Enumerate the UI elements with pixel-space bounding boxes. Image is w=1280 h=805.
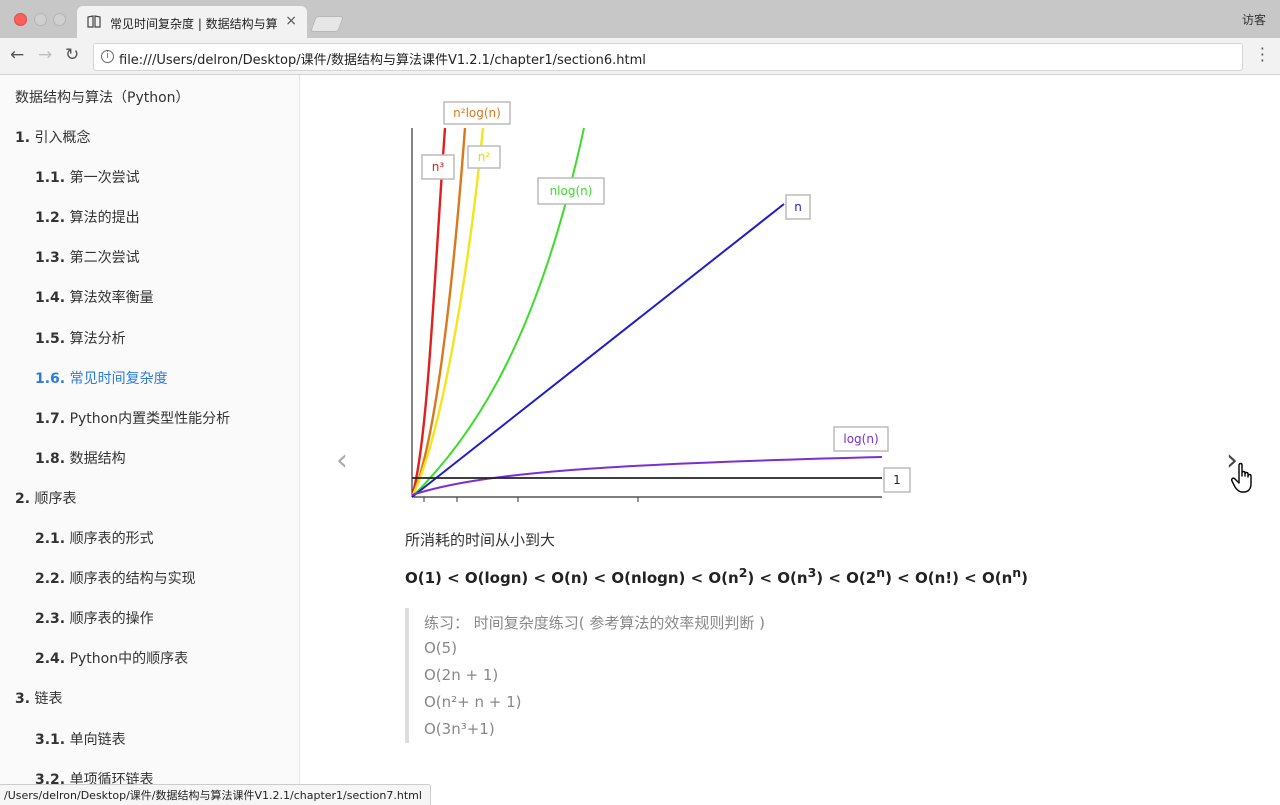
n-squared-log-n-curve: [410, 127, 467, 498]
sidebar-item-number: 1.4.: [35, 290, 66, 307]
sidebar-item-label: Python中的顺序表: [69, 651, 189, 668]
guest-profile-label[interactable]: 访客: [1242, 11, 1266, 28]
sidebar-item-second-try[interactable]: 1.3. 第二次尝试: [35, 247, 140, 267]
sidebar-item-number: 1.8.: [35, 450, 66, 467]
sidebar-item-label: 第二次尝试: [69, 250, 140, 267]
sidebar-item-number: 2.4.: [35, 651, 66, 668]
sidebar-item-seq-list-ops[interactable]: 2.3. 顺序表的操作: [35, 608, 154, 628]
curve-label: n²log(n): [453, 106, 501, 120]
sidebar-item-label: Python内置类型性能分析: [69, 410, 231, 427]
sidebar-item-number: 1.6.: [35, 370, 66, 387]
sidebar-item-number: 1.2.: [35, 210, 66, 227]
book-icon: [87, 15, 101, 28]
curve-label: n²: [478, 150, 491, 164]
sidebar-item-label: 顺序表的操作: [69, 611, 154, 628]
sidebar-item-seq-list-impl[interactable]: 2.2. 顺序表的结构与实现: [35, 568, 196, 588]
sidebar-item-label: 引入概念: [34, 130, 91, 146]
main-content: ‹ › n³ n²log(n) n² nlog(n) n log(n) 1 所消耗的时间从小…: [300, 75, 1280, 802]
sidebar-item-number: 2.: [15, 490, 31, 507]
sidebar-item-label: 算法的提出: [69, 210, 140, 227]
minimize-window-button[interactable]: [34, 13, 47, 26]
exercise-item: O(3n³+1): [424, 720, 495, 738]
sidebar-toc: 数据结构与算法（Python） 1. 引入概念 1.1. 第一次尝试 1.2. 算法…: [0, 75, 300, 802]
exercise-title: 练习： 时间复杂度练习( 参考算法的效率规则判断 ): [424, 614, 766, 632]
complexity-chart: n³n²log(n)n²nlog(n)nlog(n)1: [410, 101, 911, 502]
sidebar-item-linked-list[interactable]: 3. 链表: [15, 688, 63, 708]
curve-label: 1: [893, 473, 901, 487]
exercise-item: O(2n + 1): [424, 666, 499, 684]
hand-cursor-icon: [1231, 462, 1252, 493]
url-text[interactable]: file:///Users/delron/Desktop/课件/数据结构与算法课…: [119, 49, 646, 68]
sidebar-item-number: 3.: [15, 691, 31, 708]
sidebar-item-number: 3.1.: [35, 731, 66, 748]
close-window-button[interactable]: [14, 13, 27, 26]
sidebar-item-number: 2.1.: [35, 531, 66, 547]
sidebar-item-common-complexity[interactable]: 1.6. 常见时间复杂度: [35, 368, 168, 388]
sidebar-item-label: 单向链表: [69, 731, 126, 748]
sidebar-item-number: 1.: [15, 130, 31, 146]
sidebar-item-label: 常见时间复杂度: [69, 370, 168, 387]
sidebar-item-label: 第一次尝试: [69, 170, 140, 187]
sidebar-item-data-structures[interactable]: 1.8. 数据结构: [35, 448, 126, 468]
sidebar-item-seq-list-form[interactable]: 2.1. 顺序表的形式: [35, 528, 154, 548]
sidebar-item-python-builtin-perf[interactable]: 1.7. Python内置类型性能分析: [35, 408, 230, 428]
tab-strip: 常见时间复杂度 | 数据结构与算 × 访客: [0, 0, 1280, 38]
exercise-item: O(n²+ n + 1): [424, 693, 522, 711]
new-tab-button[interactable]: [310, 16, 344, 32]
sidebar-item-number: 2.3.: [35, 611, 66, 628]
sidebar-item-algorithm-proposal[interactable]: 1.2. 算法的提出: [35, 207, 140, 227]
prev-page-arrow[interactable]: ‹: [336, 443, 348, 478]
exercise-blockquote: 练习： 时间复杂度练习( 参考算法的效率规则判断 ) O(5) O(2n + 1…: [405, 608, 829, 743]
caption-text: 所消耗的时间从小到大: [405, 531, 556, 549]
sidebar-item-label: 算法分析: [69, 330, 126, 347]
book-title[interactable]: 数据结构与算法（Python）: [15, 87, 190, 107]
sidebar-item-number: 1.3.: [35, 250, 66, 267]
browser-tab[interactable]: 常见时间复杂度 | 数据结构与算 ×: [77, 6, 307, 38]
sidebar-item-label: 数据结构: [69, 450, 126, 467]
sidebar-item-number: 1.5.: [35, 330, 66, 347]
tab-title: 常见时间复杂度 | 数据结构与算: [110, 17, 278, 31]
sidebar-item-efficiency[interactable]: 1.4. 算法效率衡量: [35, 287, 154, 307]
browser-toolbar: ← → ↻ i file:///Users/delron/Desktop/课件/…: [0, 38, 1280, 75]
complexity-order-formula: O(1) < O(logn) < O(n) < O(nlogn) < O(n2)…: [405, 565, 1029, 587]
curve-label: n³: [432, 160, 445, 174]
reload-button[interactable]: ↻: [65, 45, 79, 65]
zoom-window-button[interactable]: [53, 13, 66, 26]
sidebar-item-number: 2.2.: [35, 571, 66, 588]
sidebar-item-analysis[interactable]: 1.5. 算法分析: [35, 328, 126, 348]
sidebar-item-sequential-list[interactable]: 2. 顺序表: [15, 488, 77, 508]
sidebar-item-singly-linked-list[interactable]: 3.1. 单向链表: [35, 729, 126, 749]
sidebar-item-intro[interactable]: 1. 引入概念: [15, 127, 91, 147]
sidebar-item-label: 顺序表的形式: [69, 531, 154, 547]
sidebar-item-label: 链表: [34, 691, 63, 708]
sidebar-item-label: 算法效率衡量: [69, 290, 154, 307]
curve-label: n: [794, 200, 802, 214]
sidebar-item-label: 顺序表: [34, 490, 77, 507]
forward-button[interactable]: →: [38, 45, 52, 65]
log-n-curve: [411, 456, 883, 496]
sidebar-item-number: 1.7.: [35, 410, 66, 427]
exercise-item: O(5): [424, 639, 458, 657]
menu-icon[interactable]: · · ·: [1260, 41, 1265, 69]
sidebar-item-python-seq-list[interactable]: 2.4. Python中的顺序表: [35, 648, 188, 668]
info-icon[interactable]: i: [101, 50, 114, 63]
back-button[interactable]: ←: [10, 45, 24, 65]
sidebar-item-label: 顺序表的结构与实现: [69, 571, 196, 588]
sidebar-item-first-try[interactable]: 1.1. 第一次尝试: [35, 167, 140, 187]
curve-label: nlog(n): [550, 184, 593, 198]
sidebar-item-number: 1.1.: [35, 170, 66, 187]
curve-label: log(n): [843, 432, 878, 446]
address-bar[interactable]: i file:///Users/delron/Desktop/课件/数据结构与算…: [93, 43, 1243, 71]
tab-close-button[interactable]: ×: [285, 13, 297, 29]
